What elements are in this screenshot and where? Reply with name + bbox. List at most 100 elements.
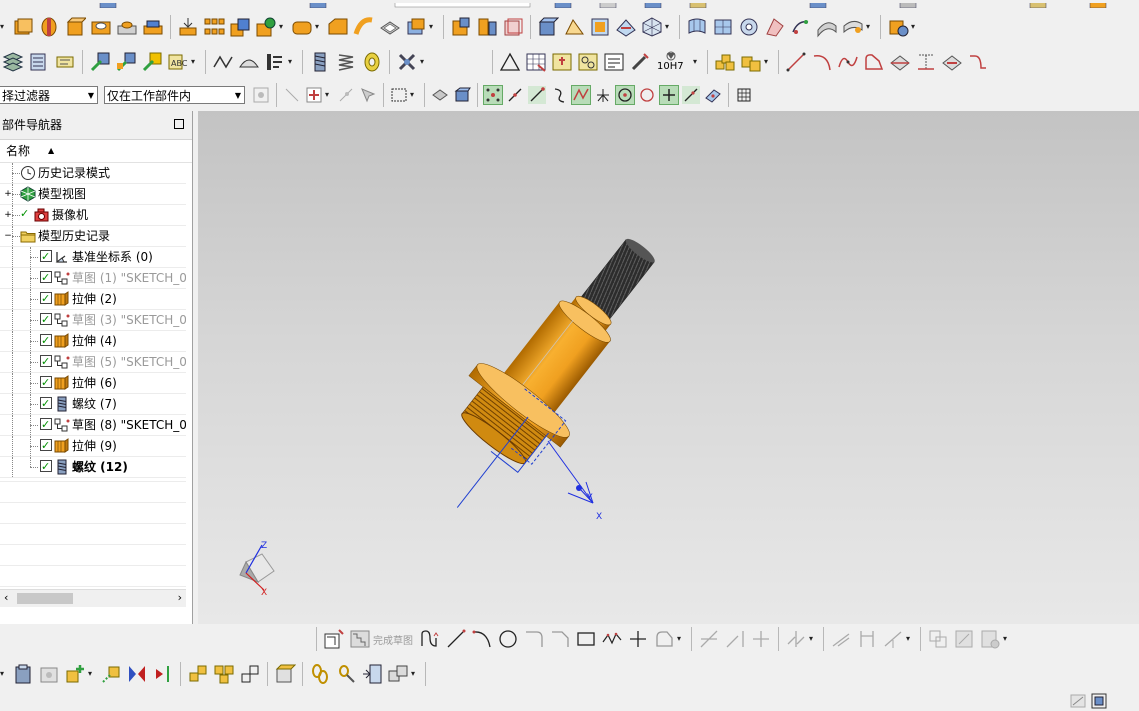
text-tools-icon[interactable]: ABC [167,51,189,73]
synchronous-icon[interactable] [641,16,663,38]
line-tool-icon[interactable] [785,51,807,73]
edge-blend-icon[interactable] [291,16,313,38]
table-icon[interactable] [525,51,547,73]
tree-node[interactable]: + 摄像机 [0,205,186,226]
general-selection-icon[interactable] [252,86,270,104]
offset-curve-icon[interactable] [941,51,963,73]
visibility-checkbox[interactable] [40,373,52,393]
select-face-icon[interactable] [453,86,471,104]
profile-shape-icon[interactable] [863,51,885,73]
visibility-checkbox[interactable] [40,289,52,309]
project-curve-icon[interactable] [915,51,937,73]
maximize-icon[interactable] [174,119,184,129]
scope-filter-select[interactable]: 仅在工作部件内 ▼ [104,86,245,104]
convert-reference-icon[interactable] [927,628,949,650]
dropdown-arrow-icon[interactable]: ▾ [411,663,419,685]
make-corner-icon[interactable] [750,628,772,650]
sketch-circle-icon[interactable] [497,628,519,650]
snap-quadrant-icon[interactable] [638,86,656,104]
quick-trim-icon[interactable] [698,628,720,650]
horizontal-scrollbar[interactable]: ‹ › [0,589,186,607]
tree-node[interactable]: + 模型视图 [0,184,186,205]
finish-sketch-label[interactable]: 完成草图 [373,632,413,647]
select-body-icon[interactable] [431,86,449,104]
offset-surface-icon[interactable] [842,16,864,38]
arc-tool-icon[interactable] [811,51,833,73]
layer-icon[interactable] [2,51,24,73]
mirror-assembly-icon[interactable] [152,663,174,685]
tree-node[interactable]: 草图 (3) "SKETCH_00 [0,310,186,331]
dropdown-arrow-icon[interactable]: ▾ [410,84,418,106]
sketch-arc-icon[interactable] [471,628,493,650]
component-pattern-icon[interactable] [213,663,235,685]
fit-view-icon[interactable] [1091,693,1109,709]
assembly-constraints-icon[interactable] [126,663,148,685]
bridge-curve-icon[interactable] [967,51,989,73]
gear-assembly-icon[interactable] [714,51,736,73]
visibility-checkbox[interactable] [40,436,52,456]
snap-midpoint-icon[interactable] [506,86,524,104]
revolve-icon[interactable] [38,16,60,38]
tree-node[interactable]: 拉伸 (6) [0,373,186,394]
note-icon[interactable] [603,51,625,73]
snap-perpendicular-icon[interactable] [594,86,612,104]
graphics-viewport[interactable]: Y X Z X [198,111,1139,624]
chamfer-icon[interactable] [327,16,349,38]
replace-face-icon[interactable] [615,16,637,38]
section-curve-icon[interactable] [889,51,911,73]
dropdown-arrow-icon[interactable]: ▾ [911,16,919,38]
tree-node[interactable]: − 模型历史记录 [0,226,186,247]
image-icon[interactable] [551,51,573,73]
sketch-mirror-icon[interactable] [785,628,807,650]
scroll-left-icon[interactable]: ‹ [4,591,8,604]
selection-filter-select[interactable]: 择过滤器 ▼ [0,86,98,104]
unite-icon[interactable] [229,16,251,38]
patch-icon[interactable] [589,16,611,38]
model-canvas[interactable]: Y X Z X [198,111,1139,624]
dropdown-arrow-icon[interactable]: ▾ [665,16,673,38]
sketch-offset-icon[interactable] [653,628,675,650]
wave-linker-icon[interactable] [274,663,296,685]
dropdown-arrow-icon[interactable]: ▾ [764,51,772,73]
extract-geometry-icon[interactable] [537,16,559,38]
find-component-icon[interactable] [38,663,60,685]
swept-surface-icon[interactable] [764,16,786,38]
point-constructor-icon[interactable] [305,86,323,104]
pad-icon[interactable] [142,16,164,38]
pattern-icon[interactable] [203,16,225,38]
clearance-analysis-icon[interactable] [387,663,409,685]
measure-body-icon[interactable] [238,51,260,73]
move-component-icon[interactable] [100,663,122,685]
profile-icon[interactable] [419,628,441,650]
dropdown-arrow-icon[interactable]: ▾ [420,51,428,73]
tools-icon[interactable] [396,51,418,73]
link-icon[interactable] [309,663,331,685]
visibility-checkbox[interactable] [40,394,52,414]
tree-node[interactable]: 拉伸 (4) [0,331,186,352]
dropdown-arrow-icon[interactable]: ▾ [0,16,8,38]
sweep-icon[interactable] [353,16,375,38]
tree-node[interactable]: 草图 (5) "SKETCH_00 [0,352,186,373]
sequence-icon[interactable] [239,663,261,685]
shell-icon[interactable] [379,16,401,38]
snap-point-on-curve-icon[interactable] [682,86,700,104]
extrude-icon[interactable] [12,16,34,38]
offset-face-icon[interactable] [502,16,524,38]
finish-sketch-icon[interactable] [349,628,371,650]
trim-body-icon[interactable] [450,16,472,38]
tree-node[interactable]: 螺纹 (7) [0,394,186,415]
alternate-solution-icon[interactable] [953,628,975,650]
snap-endpoint-icon[interactable] [483,85,503,105]
geometric-constraints-icon[interactable] [830,628,852,650]
select-feature-icon[interactable] [359,86,377,104]
tree-node[interactable]: 草图 (1) "SKETCH_00 [0,268,186,289]
tree-node[interactable]: 基准坐标系 (0) [0,247,186,268]
show-hide-icon[interactable] [54,51,76,73]
dropdown-arrow-icon[interactable]: ▾ [1003,628,1011,650]
n-sided-icon[interactable] [790,16,812,38]
split-body-icon[interactable] [476,16,498,38]
snap-icon[interactable] [337,86,355,104]
block-icon[interactable] [64,16,86,38]
collapse-icon[interactable]: − [4,232,12,241]
visibility-checkbox[interactable] [40,352,52,372]
